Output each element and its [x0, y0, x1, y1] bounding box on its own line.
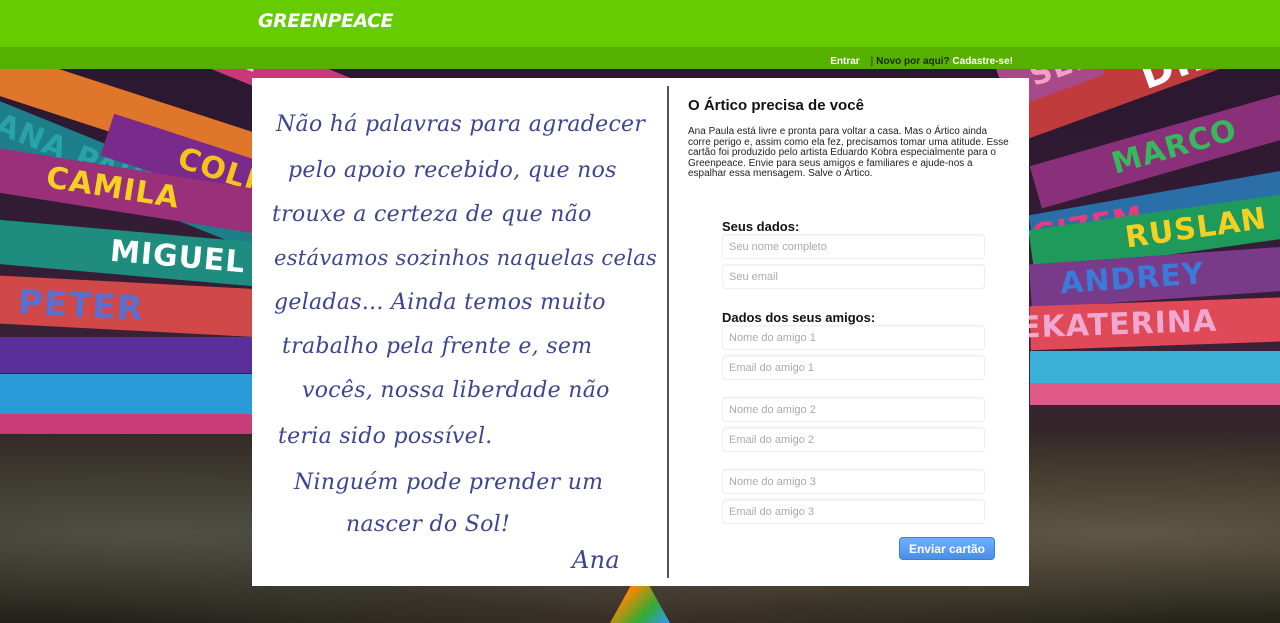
- letter-line: pelo apoio recebido, que nos: [288, 158, 617, 183]
- card-fold-divider: [667, 86, 669, 578]
- friends-heading: Dados dos seus amigos:: [722, 310, 876, 325]
- letter-line: geladas... Ainda temos muito: [274, 290, 606, 315]
- form-title: O Ártico precisa de você: [688, 97, 864, 114]
- friend2-name-input[interactable]: [722, 397, 985, 422]
- bg-name: ANDREY: [1059, 256, 1206, 302]
- letter-line: trouxe a certeza de que não: [272, 202, 592, 227]
- account-links: Entrar | Novo por aqui? Cadastre-se!: [830, 56, 1013, 67]
- send-card-button[interactable]: Enviar cartão: [899, 537, 995, 560]
- bg-name: DIMI: [1134, 69, 1250, 99]
- top-header-bar: GREENPEACE: [0, 0, 1280, 47]
- letter-line: vocês, nossa liberdade não: [302, 378, 610, 403]
- bg-name: EKATERINA: [1019, 303, 1218, 346]
- greenpeace-logo[interactable]: GREENPEACE: [258, 10, 394, 32]
- account-bar: Entrar | Novo por aqui? Cadastre-se!: [0, 47, 1280, 69]
- letter-line: teria sido possível.: [278, 424, 493, 449]
- greeting-card: Não há palavras para agradecer pelo apoi…: [252, 78, 1029, 586]
- your-email-input[interactable]: [722, 264, 985, 289]
- letter-signature: Ana: [572, 546, 620, 574]
- form-description: Ana Paula está livre e pronta para volta…: [688, 126, 1009, 180]
- letter-line: trabalho pela frente e, sem: [282, 334, 593, 359]
- register-link[interactable]: Cadastre-se!: [952, 56, 1013, 67]
- letter-line: estávamos sozinhos naquelas celas: [274, 246, 658, 270]
- your-data-heading: Seus dados:: [722, 219, 800, 234]
- bg-band: EKATERINA: [1019, 295, 1280, 351]
- send-card-form: O Ártico precisa de você Ana Paula está …: [688, 78, 1029, 586]
- login-link[interactable]: Entrar: [830, 56, 859, 67]
- your-name-input[interactable]: [722, 234, 985, 259]
- bg-name: PETER: [17, 282, 145, 330]
- bg-band: [1030, 351, 1280, 383]
- letter-line: Não há palavras para agradecer: [276, 112, 646, 137]
- friend2-email-input[interactable]: [722, 427, 985, 452]
- letter-line: nascer do Sol!: [346, 512, 511, 537]
- handwritten-letter: Não há palavras para agradecer pelo apoi…: [262, 98, 657, 578]
- letter-line: Ninguém pode prender um: [294, 470, 604, 495]
- bg-name: MIGUEL: [108, 233, 247, 281]
- friend3-name-input[interactable]: [722, 469, 985, 494]
- new-here-text: Novo por aqui?: [876, 56, 950, 67]
- link-separator: |: [870, 56, 874, 67]
- bg-name: MARCO: [1107, 112, 1242, 182]
- friend3-email-input[interactable]: [722, 499, 985, 524]
- friend1-name-input[interactable]: [722, 325, 985, 350]
- friend1-email-input[interactable]: [722, 355, 985, 380]
